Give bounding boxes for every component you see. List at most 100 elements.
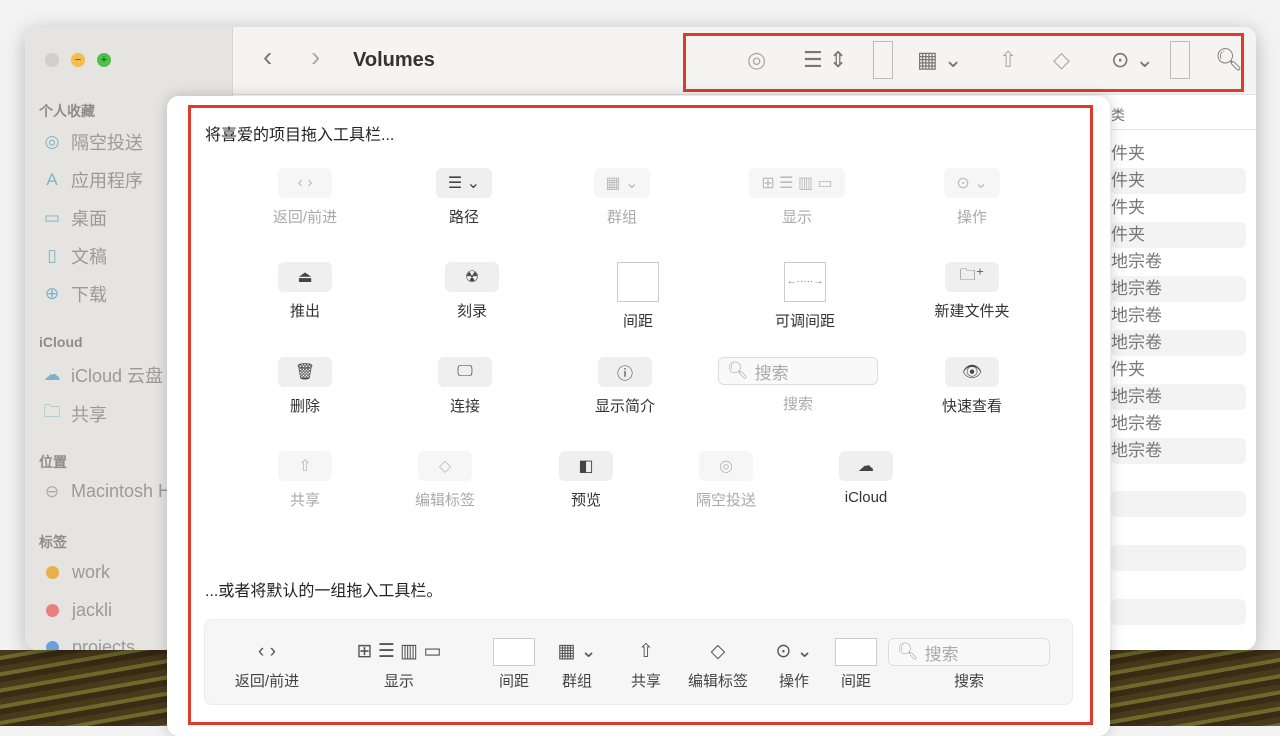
palette-icon: 🖵 — [438, 357, 492, 387]
list-row-kind[interactable]: 地宗卷 — [1111, 249, 1246, 275]
sidebar-tag-work[interactable]: work — [41, 562, 110, 583]
default-set-item: ▦ ⌄ 群组 — [557, 638, 596, 691]
cloud-icon: ☁ — [43, 365, 61, 384]
search-placeholder: 搜索 — [924, 644, 959, 664]
close-button[interactable] — [45, 53, 59, 67]
back-button[interactable]: ‹ — [263, 41, 272, 73]
list-row-kind[interactable]: 地宗卷 — [1111, 384, 1246, 410]
list-row-kind[interactable]: 地宗卷 — [1111, 438, 1246, 464]
palette-item[interactable]: 🗑 删除 — [225, 357, 385, 416]
default-item-icon: ◇ — [710, 641, 726, 662]
space-icon — [617, 262, 659, 302]
default-item-label: 操作 — [778, 673, 809, 690]
palette-item[interactable]: 🔍︎ 搜索 搜索 — [718, 357, 878, 414]
palette-icon: ☁ — [839, 451, 893, 481]
default-toolbar-set[interactable]: ‹ › 返回/前进 ⊞ ☰ ▥ ▭ 显示 间距 ▦ ⌄ 群组 ⇧ 共享 ◇ 编辑标签 ⊙ ⌄ 操作 间距 🔍… — [204, 619, 1073, 705]
palette-icon: ⏏ — [278, 262, 332, 292]
palette-item-label: 新建文件夹 — [934, 303, 1010, 320]
default-set-item: 间距 — [493, 638, 535, 691]
default-item-label: 搜索 — [953, 673, 984, 690]
palette-item[interactable]: ⇧ 共享 — [225, 451, 385, 510]
palette-item[interactable]: ‹ › 返回/前进 — [225, 168, 385, 227]
default-item-icon: ▦ ⌄ — [557, 641, 597, 662]
sidebar-item-icloud-drive[interactable]: ☁ iCloud 云盘 — [41, 362, 164, 388]
palette-item[interactable]: 间距 — [558, 262, 718, 331]
palette-icon: ☢ — [445, 262, 499, 292]
applications-icon: A — [46, 170, 58, 189]
palette-item[interactable]: ▦ ⌄ 群组 — [542, 168, 702, 227]
icloud-header: iCloud — [39, 334, 83, 350]
list-row-kind[interactable]: 地宗卷 — [1111, 330, 1246, 356]
space-icon — [493, 638, 535, 666]
search-placeholder: 搜索 — [754, 363, 789, 383]
palette-icon: ‹ › — [278, 168, 332, 198]
palette-item[interactable]: ☢ 刻录 — [392, 262, 552, 321]
palette-item[interactable]: 👁 快速查看 — [892, 357, 1052, 416]
sidebar-item-desktop[interactable]: ▭ 桌面 — [41, 205, 107, 231]
forward-button[interactable]: › — [311, 41, 320, 73]
palette-item-label: 编辑标签 — [414, 492, 475, 509]
palette-item-label: 间距 — [622, 313, 653, 330]
list-row-kind[interactable]: 地宗卷 — [1111, 411, 1246, 437]
window-title: Volumes — [353, 49, 435, 71]
empty-row — [1111, 599, 1246, 625]
palette-item[interactable]: ◇ 编辑标签 — [365, 451, 525, 510]
search-field-icon: 🔍︎ 搜索 — [718, 357, 878, 385]
palette-icon: ⓘ — [598, 357, 652, 387]
sidebar-item-macintosh-hd[interactable]: ⊖ Macintosh HD — [41, 481, 184, 502]
palette-item[interactable]: ⊙ ⌄ 操作 — [892, 168, 1052, 227]
tag-color-dot — [46, 604, 59, 617]
list-row-kind[interactable]: 件夹 — [1111, 168, 1246, 194]
drag-hint: 将喜爱的项目拖入工具栏... — [205, 127, 395, 144]
palette-item[interactable]: ⏏ 推出 — [225, 262, 385, 321]
palette-icon: ▦ ⌄ — [593, 168, 651, 198]
empty-row — [1111, 491, 1246, 517]
palette-item-label: 操作 — [956, 209, 987, 226]
toolbar-highlight-box — [683, 33, 1244, 92]
palette-item[interactable]: ◎ 隔空投送 — [646, 451, 806, 510]
download-icon: ⊕ — [44, 284, 60, 303]
sidebar-item-downloads[interactable]: ⊕ 下载 — [41, 281, 107, 307]
palette-item[interactable]: 🗀⁺ 新建文件夹 — [892, 262, 1052, 321]
list-row-kind[interactable]: 地宗卷 — [1111, 276, 1246, 302]
palette-item[interactable]: ⓘ 显示简介 — [545, 357, 705, 416]
palette-item-label: 返回/前进 — [272, 209, 338, 226]
default-set-item: ◇ 编辑标签 — [688, 638, 748, 691]
zoom-button[interactable]: + — [97, 53, 111, 67]
sidebar-item-applications[interactable]: A 应用程序 — [41, 167, 143, 193]
palette-icon: ◧ — [559, 451, 613, 481]
list-row-kind[interactable]: 件夹 — [1111, 141, 1246, 167]
list-row-kind[interactable]: 件夹 — [1111, 357, 1246, 383]
palette-item-label: 显示简介 — [594, 398, 655, 415]
sidebar-item-documents[interactable]: ▯ 文稿 — [41, 243, 107, 269]
palette-item[interactable]: ☰ ⌄ 路径 — [384, 168, 544, 227]
minimize-button[interactable]: − — [71, 53, 85, 67]
default-set-item: ‹ › 返回/前进 — [235, 638, 299, 691]
palette-item[interactable]: 🖵 连接 — [385, 357, 545, 416]
palette-item-label: 快速查看 — [941, 398, 1002, 415]
palette-item-label: 路径 — [448, 209, 479, 226]
list-row-kind[interactable]: 件夹 — [1111, 195, 1246, 221]
column-header-kind[interactable]: 类 — [1111, 105, 1125, 125]
default-item-icon: ‹ › — [258, 641, 276, 662]
palette-item-label: 可调间距 — [774, 313, 835, 330]
tag-color-dot — [46, 641, 59, 650]
sidebar-item-airdrop[interactable]: ◎ 隔空投送 — [41, 129, 143, 155]
default-item-label: 间距 — [840, 673, 871, 690]
list-row-kind[interactable]: 件夹 — [1111, 222, 1246, 248]
default-item-label: 共享 — [630, 673, 662, 690]
sidebar-item-shared[interactable]: 🗀 共享 — [41, 399, 108, 428]
palette-item[interactable]: ⊞ ☰ ▥ ▭ 显示 — [717, 168, 877, 227]
palette-item-label: 推出 — [289, 303, 320, 320]
palette-item[interactable]: ◧ 预览 — [506, 451, 666, 510]
palette-item[interactable]: ←·····→ 可调间距 — [725, 262, 885, 331]
sidebar-tag-projects[interactable]: projects — [41, 637, 135, 650]
palette-icon: ⊞ ☰ ▥ ▭ — [749, 168, 845, 198]
palette-icon: 👁 — [945, 357, 999, 387]
palette-item[interactable]: ☁ iCloud — [786, 451, 946, 506]
sidebar-tag-jackli[interactable]: jackli — [41, 600, 112, 621]
palette-item-label: 隔空投送 — [695, 492, 756, 509]
list-row-kind[interactable]: 地宗卷 — [1111, 303, 1246, 329]
airdrop-icon: ◎ — [44, 132, 60, 151]
default-set-item: 🔍︎ 搜索 搜索 — [888, 638, 1050, 691]
